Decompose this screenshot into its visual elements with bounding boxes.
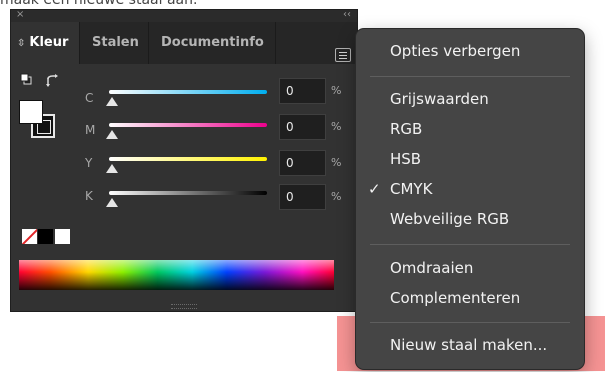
- fill-swatch[interactable]: [19, 100, 43, 124]
- menu-item-opties-verbergen[interactable]: Opties verbergen: [390, 42, 520, 60]
- tab-divider: [275, 22, 276, 64]
- percent-label: %: [331, 120, 342, 133]
- cyan-slider-track[interactable]: [109, 90, 267, 94]
- yellow-slider-thumb[interactable]: [106, 164, 118, 173]
- black-slider-thumb[interactable]: [106, 198, 118, 207]
- cyan-value-field[interactable]: 0: [279, 78, 326, 104]
- menu-separator: [370, 76, 570, 77]
- menu-separator: [370, 244, 570, 245]
- check-icon: ✓: [368, 180, 381, 198]
- percent-label: %: [331, 156, 342, 169]
- menu-item-omdraaien[interactable]: Omdraaien: [390, 259, 473, 277]
- menu-item-webveilige-rgb[interactable]: Webveilige RGB: [390, 210, 509, 228]
- close-icon[interactable]: ×: [16, 9, 24, 20]
- panel-menu-icon[interactable]: [335, 48, 351, 62]
- caption-text: maak een nieuwe staal aan.: [0, 0, 198, 8]
- default-colors-icon[interactable]: [20, 73, 32, 85]
- tab-kleur-label: Kleur: [29, 35, 69, 50]
- menu-separator: [370, 322, 570, 323]
- collapse-icon[interactable]: ‹‹: [343, 9, 351, 20]
- panel-tabs: ⇳ Kleur Stalen Documentinfo: [11, 22, 357, 64]
- tab-documentinfo[interactable]: Documentinfo: [149, 22, 275, 64]
- percent-label: %: [331, 190, 342, 203]
- yellow-value-field[interactable]: 0: [279, 150, 326, 176]
- cyan-slider-thumb[interactable]: [106, 97, 118, 106]
- tab-kleur[interactable]: ⇳ Kleur: [11, 22, 79, 64]
- tab-stalen[interactable]: Stalen: [80, 22, 148, 64]
- swap-colors-icon[interactable]: [46, 74, 60, 88]
- color-panel: × ‹‹ ⇳ Kleur Stalen Documentinfo C 0 % M…: [10, 9, 358, 312]
- magenta-slider-thumb[interactable]: [106, 130, 118, 139]
- menu-item-complementeren[interactable]: Complementeren: [390, 289, 520, 307]
- menu-item-grijswaarden[interactable]: Grijswaarden: [390, 90, 489, 108]
- expand-arrows-icon: ⇳: [17, 38, 26, 49]
- channel-c-label: C: [85, 91, 94, 105]
- channel-k-label: K: [85, 189, 93, 203]
- menu-item-cmyk[interactable]: CMYK: [390, 180, 432, 198]
- channel-m-label: M: [85, 123, 96, 137]
- panel-resize-grip[interactable]: [171, 304, 197, 309]
- tab-stalen-label: Stalen: [92, 35, 139, 50]
- percent-label: %: [331, 84, 342, 97]
- black-swatch[interactable]: [38, 229, 53, 244]
- channel-y-label: Y: [85, 156, 93, 170]
- magenta-slider-track[interactable]: [109, 123, 267, 127]
- white-swatch[interactable]: [55, 229, 70, 244]
- menu-item-rgb[interactable]: RGB: [390, 120, 422, 138]
- menu-item-nieuw-staal-maken[interactable]: Nieuw staal maken...: [390, 336, 547, 354]
- menu-item-hsb[interactable]: HSB: [390, 150, 421, 168]
- tab-documentinfo-label: Documentinfo: [161, 35, 264, 50]
- panel-titlebar: × ‹‹: [11, 9, 357, 22]
- color-spectrum[interactable]: [19, 260, 334, 290]
- yellow-slider-track[interactable]: [109, 157, 267, 161]
- black-slider-track[interactable]: [109, 191, 267, 195]
- none-swatch[interactable]: [22, 229, 37, 244]
- panel-options-menu: Opties verbergen Grijswaarden RGB HSB ✓ …: [356, 29, 584, 369]
- magenta-value-field[interactable]: 0: [279, 114, 326, 140]
- black-value-field[interactable]: 0: [279, 184, 326, 210]
